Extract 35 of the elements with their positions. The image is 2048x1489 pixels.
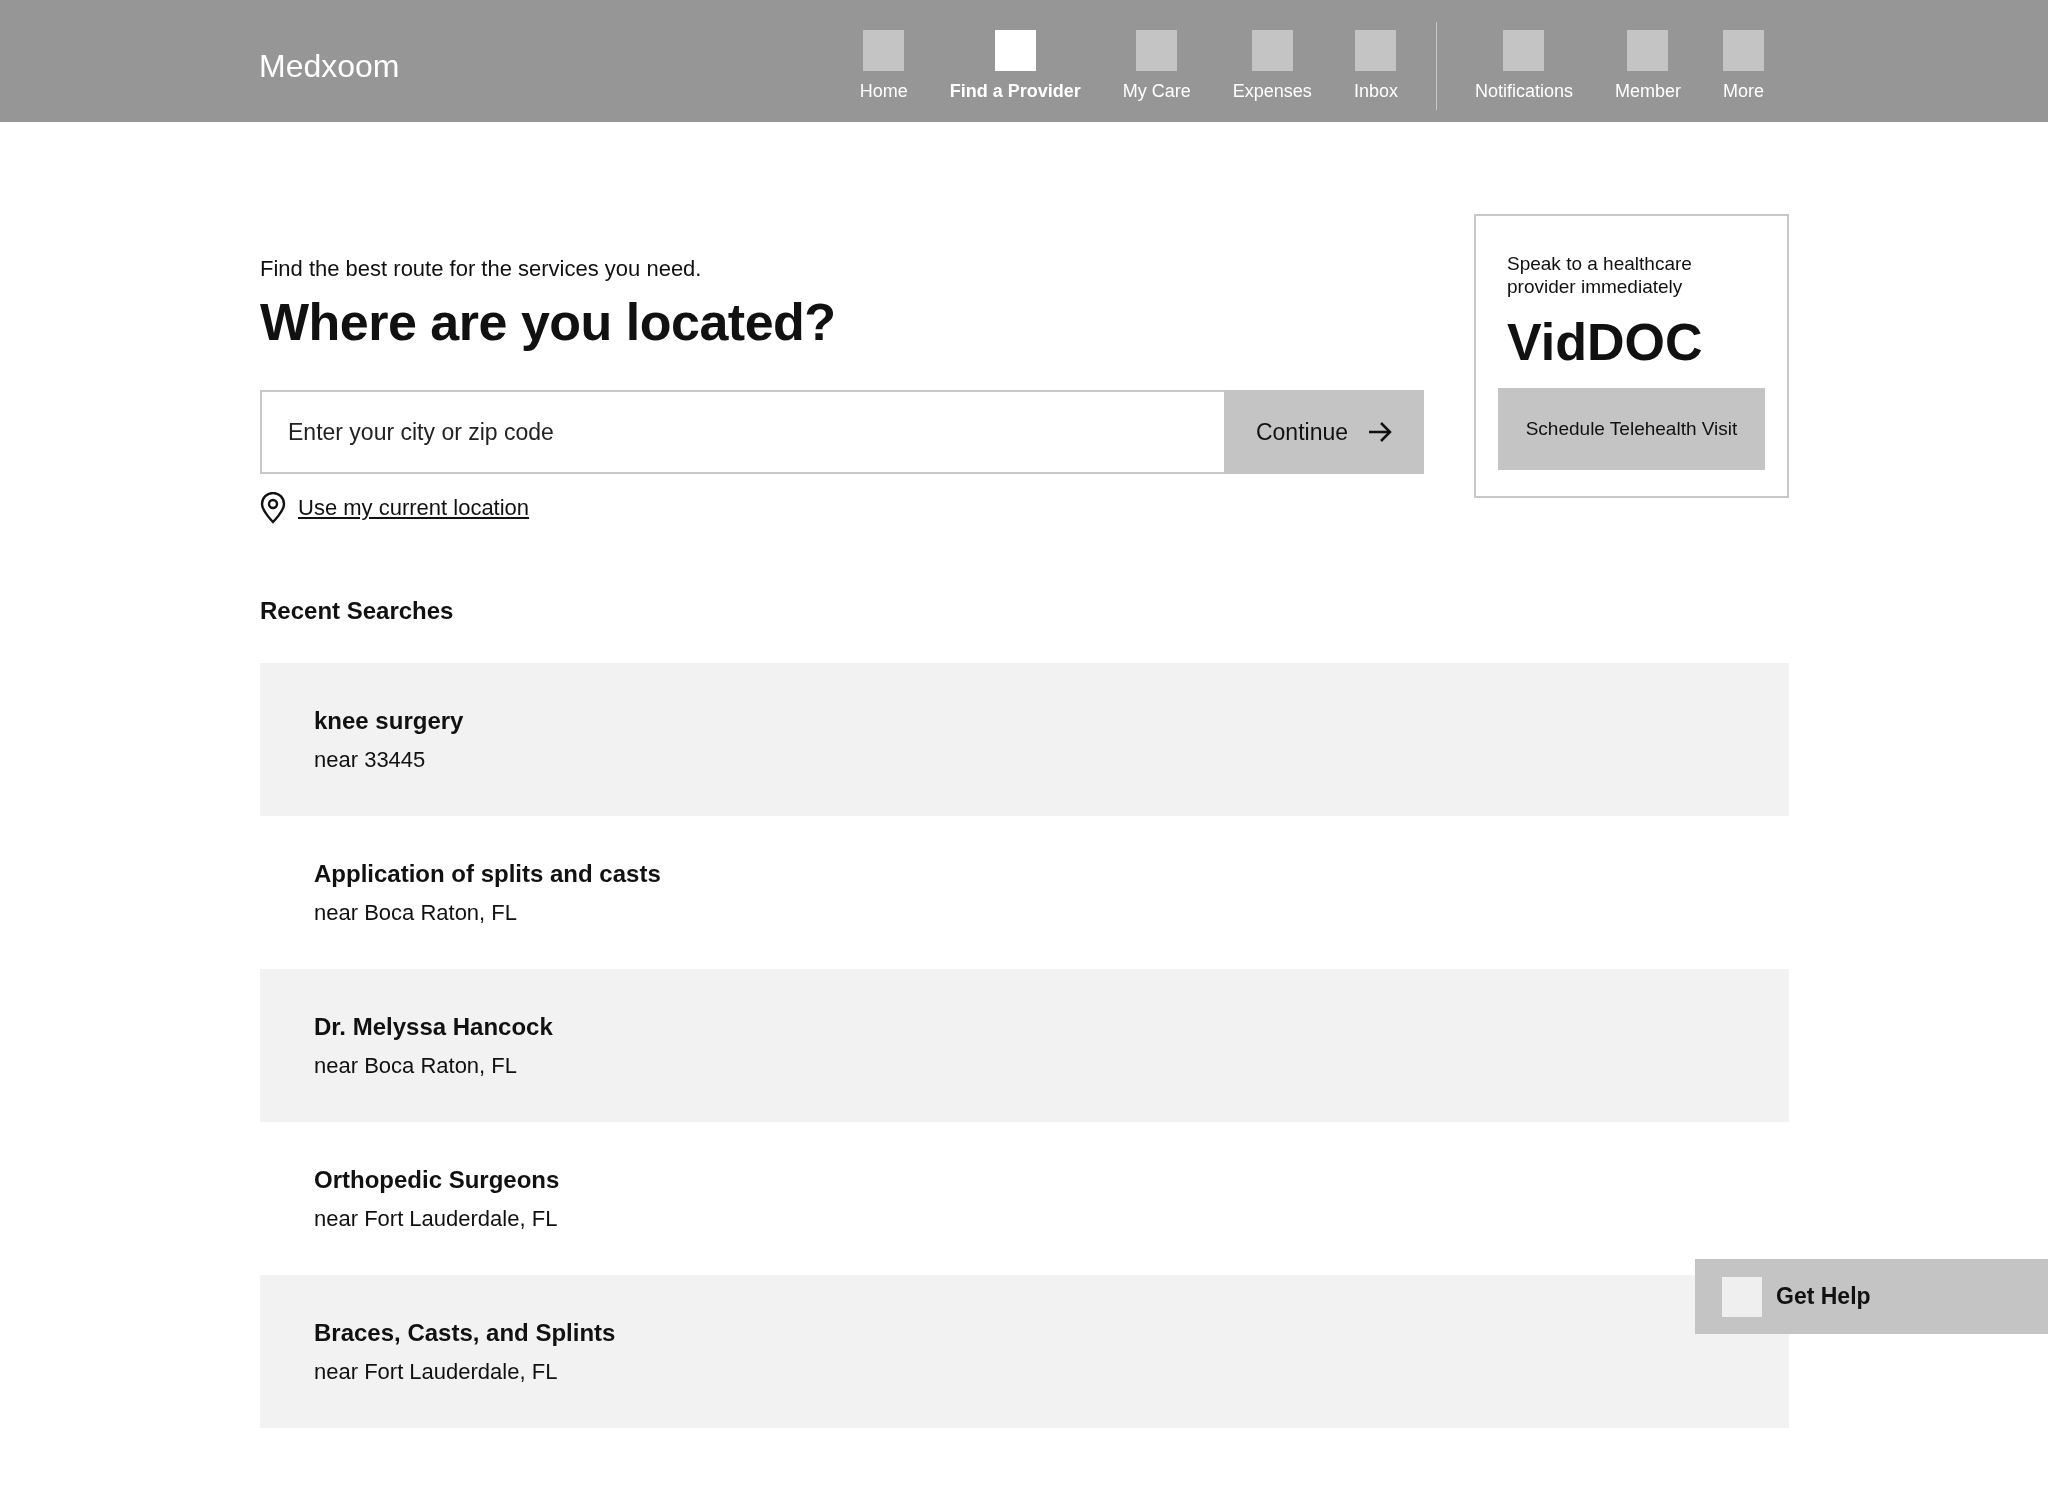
continue-button[interactable]: Continue <box>1224 390 1424 474</box>
recent-search-item[interactable]: Dr. Melyssa Hancock near Boca Raton, FL <box>260 969 1789 1122</box>
search-term: Dr. Melyssa Hancock <box>314 1012 554 1041</box>
search-location: near Fort Lauderdale, FL <box>314 1358 559 1385</box>
get-help-button[interactable]: Get Help <box>1695 1259 2048 1334</box>
section-heading: Recent Searches <box>260 597 455 625</box>
search-term: knee surgery <box>314 706 465 735</box>
nav-placeholder-icon <box>1355 30 1397 71</box>
promo-text: Speak to a healthcare provider immediately <box>1506 252 1693 298</box>
recent-search-item[interactable]: knee surgery near 33445 <box>260 663 1789 816</box>
page-heading: Where are you located? <box>260 292 837 352</box>
recent-search-item[interactable]: Application of splits and casts near Boca Raton, FL <box>260 816 1789 969</box>
schedule-visit-button[interactable]: Schedule Telehealth Visit <box>1498 388 1765 470</box>
nav-placeholder-icon <box>1503 30 1545 71</box>
search-location: near Boca Raton, FL <box>314 1052 518 1079</box>
nav-placeholder-icon <box>1627 30 1669 71</box>
logo-text: Medxoom <box>259 47 401 85</box>
search-location: near Fort Lauderdale, FL <box>314 1205 559 1232</box>
search-location: near 33445 <box>314 746 427 773</box>
promo-title: VidDOC <box>1507 312 1704 372</box>
search-term: Orthopedic Surgeons <box>314 1165 561 1194</box>
nav-placeholder-icon <box>863 30 905 71</box>
current-location-link[interactable]: Use my current location <box>298 495 530 521</box>
nav-placeholder-icon <box>1723 30 1764 71</box>
arrow-right-icon <box>1368 421 1393 443</box>
nav-placeholder-icon <box>1251 30 1293 71</box>
search-term: Braces, Casts, and Splints <box>314 1318 617 1347</box>
location-input-field[interactable]: Enter your city or zip code <box>260 390 1224 474</box>
search-term: Application of splits and casts <box>314 859 662 888</box>
search-location: near Boca Raton, FL <box>314 899 518 926</box>
intro-text: Find the best route for the services you need. <box>260 256 703 282</box>
nav-placeholder-icon <box>1136 30 1178 71</box>
location-pin-icon <box>260 492 286 524</box>
help-placeholder-icon <box>1722 1276 1762 1317</box>
nav-placeholder-icon <box>994 30 1036 71</box>
